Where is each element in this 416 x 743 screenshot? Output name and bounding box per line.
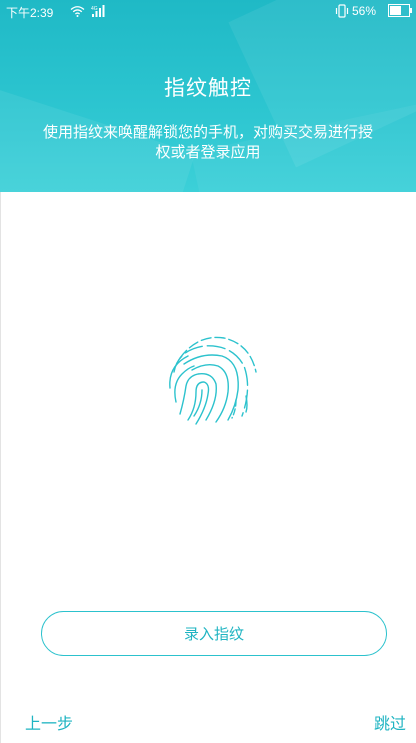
vibrate-icon bbox=[335, 4, 349, 18]
battery-percentage: 56% bbox=[352, 4, 377, 18]
fingerprint-icon bbox=[169, 336, 257, 425]
battery-icon bbox=[388, 4, 412, 17]
previous-step-button[interactable]: 上一步 bbox=[25, 710, 73, 734]
signal-icon: 4G bbox=[91, 5, 105, 17]
wifi-icon bbox=[70, 6, 85, 17]
enroll-fingerprint-button[interactable]: 录入指纹 bbox=[41, 611, 387, 656]
screen-edge-divider bbox=[0, 192, 1, 743]
header-banner: 下午2:39 4G 56% 指纹触控 使用指纹来唤醒解锁您的手机，对购买交易进行… bbox=[0, 0, 416, 192]
page-description: 使用指纹来唤醒解锁您的手机，对购买交易进行授权或者登录应用 bbox=[42, 123, 373, 161]
page-title: 指纹触控 bbox=[164, 76, 252, 100]
skip-button[interactable]: 跳过 bbox=[374, 710, 406, 734]
status-time: 下午2:39 bbox=[6, 6, 54, 20]
svg-text:4G: 4G bbox=[91, 6, 98, 12]
status-bar: 下午2:39 4G 56% bbox=[0, 0, 416, 22]
fingerprint-setup-screen: 下午2:39 4G 56% 指纹触控 使用指纹来唤醒解锁您的手机，对购买交易进行… bbox=[0, 0, 416, 743]
